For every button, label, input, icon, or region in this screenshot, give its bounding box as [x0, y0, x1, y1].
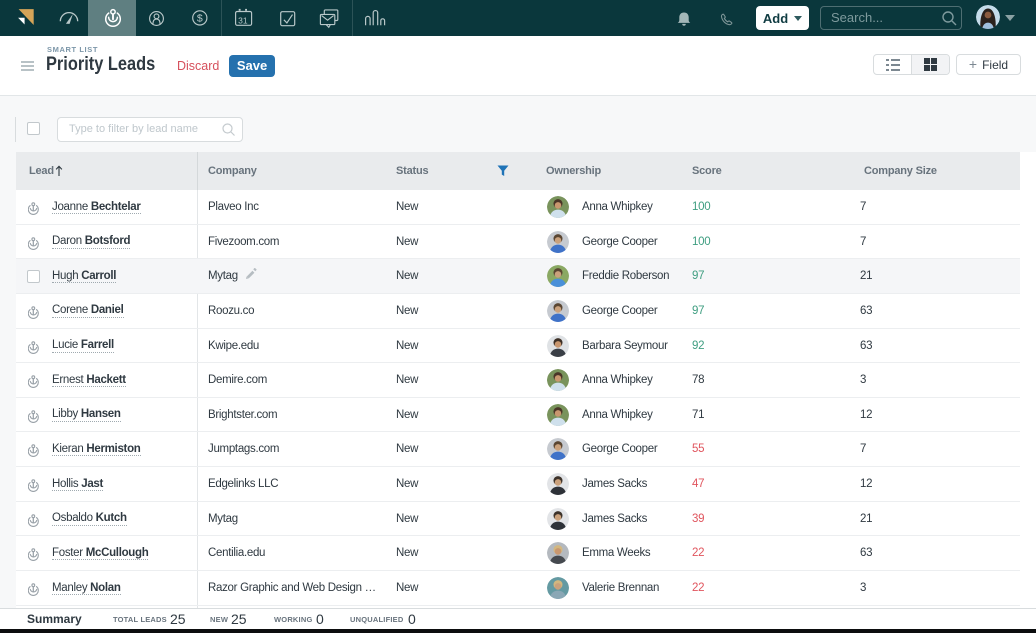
svg-text:31: 31 [238, 15, 248, 25]
svg-text:$: $ [197, 13, 203, 25]
